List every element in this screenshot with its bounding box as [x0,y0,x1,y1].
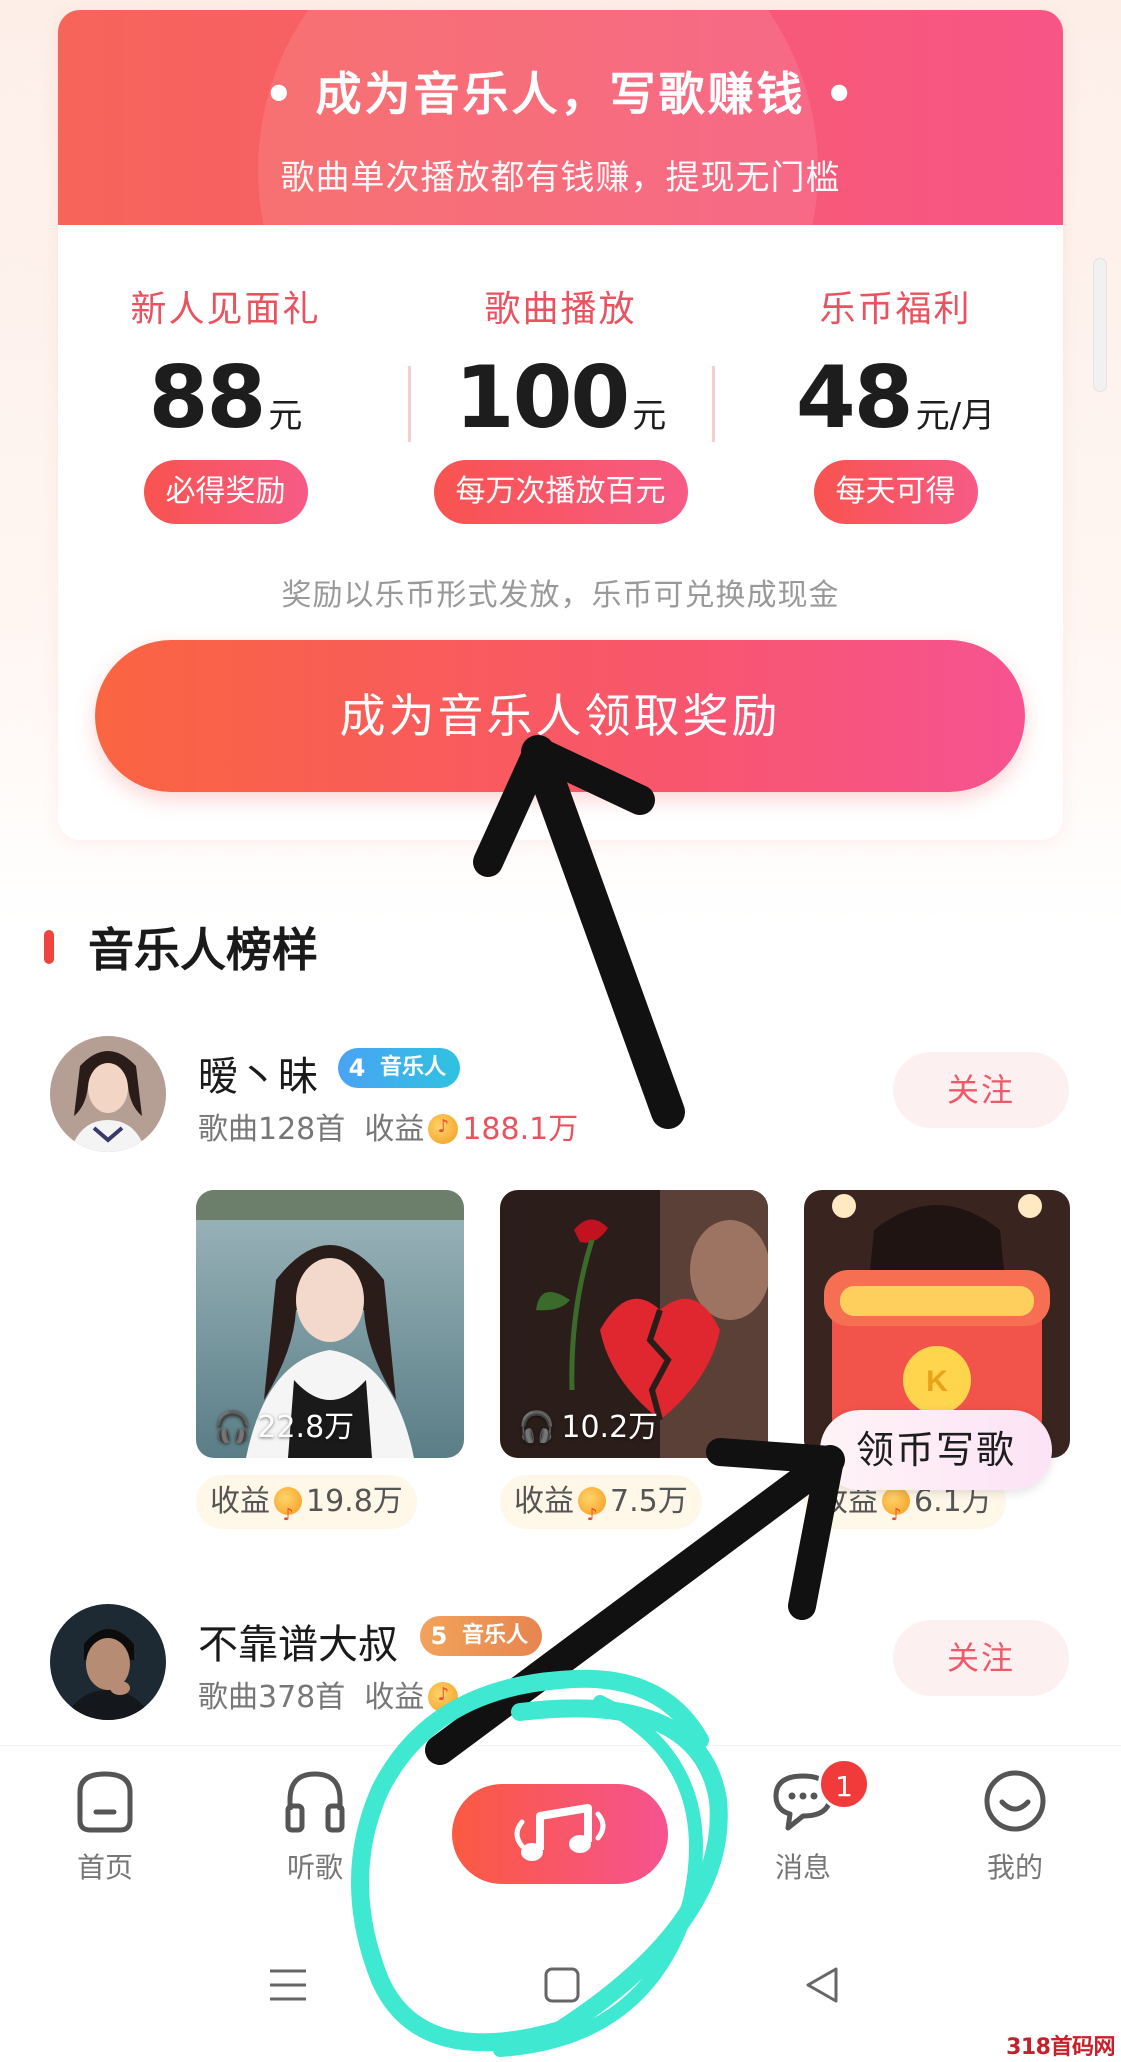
promo-subtitle: 歌曲单次播放都有钱赚，提现无门槛 [280,158,841,198]
tab-label: 消息 [774,1851,831,1884]
reward-grid: 新人见面礼 88 元 必得奖励 歌曲播放 100 元 每万次播放百元 乐币福利 48… [58,280,1063,540]
music-coin-icon [428,1682,459,1712]
musician-name[interactable]: 不靠谱大叔 [198,1612,398,1670]
reward-coin-bonus: 乐币福利 48 元/月 每天可得 [728,280,1063,524]
earn-label: 收益 [210,1484,270,1519]
reward-badge: 必得奖励 [143,460,308,524]
musician-stats: 歌曲128首 收益 188.1万 [198,1104,578,1148]
music-coin-icon [274,1487,302,1542]
avatar-portrait [50,1604,166,1720]
follow-button[interactable]: 关注 [893,1052,1069,1128]
reward-badge: 每天可得 [813,460,978,524]
home-square-icon[interactable] [540,1963,584,2007]
promo-card: • 成为音乐人，写歌赚钱 • 歌曲单次播放都有钱赚，提现无门槛 新人见面礼 88… [58,10,1063,840]
earn-label: 收益 [364,1680,425,1715]
play-count: 22.8万 [257,1410,355,1445]
svg-text:K: K [926,1365,948,1398]
tab-label: 首页 [76,1851,133,1884]
reward-amount: 48 [795,348,914,448]
avatar[interactable] [50,1036,166,1152]
reward-unit: 元 [268,396,303,436]
reward-value: 100 元 [393,348,728,448]
promo-banner: • 成为音乐人，写歌赚钱 • 歌曲单次播放都有钱赚，提现无门槛 [58,10,1063,225]
become-musician-button[interactable]: 成为音乐人领取奖励 [95,640,1025,792]
earn-value: 7.5万 [610,1484,688,1519]
unread-badge: 1 [818,1758,870,1810]
level-number: 4 [348,1054,366,1082]
song-plays: 🎧 22.8万 [214,1402,354,1446]
song-plays: 🎧 10.2万 [518,1402,658,1446]
section-accent-bar [44,930,54,964]
music-coin-icon [882,1487,910,1542]
reward-unit: 元 [632,396,667,436]
song-count: 歌曲128首 [198,1112,346,1147]
home-face-icon [70,1766,140,1836]
bottom-tab-bar: 首页 听歌 消息 1 我的 [0,1745,1121,1925]
avatar-portrait [50,1036,166,1152]
level-number: 5 [430,1622,448,1650]
reward-unit: 元/月 [915,396,996,436]
tab-listen[interactable]: 听歌 [240,1766,390,1886]
create-music-button[interactable] [452,1784,668,1884]
reward-badge: 每万次播放百元 [433,460,688,524]
level-label: 音乐人 [462,1623,529,1648]
tab-mine[interactable]: 我的 [940,1766,1090,1886]
section-title: 音乐人榜样 [88,923,318,977]
reward-song-play: 歌曲播放 100 元 每万次播放百元 [393,280,728,524]
claim-coin-write-song-button[interactable]: 领币写歌 [820,1410,1052,1490]
earn-value: 188.1万 [462,1112,579,1147]
reward-new-user: 新人见面礼 88 元 必得奖励 [58,280,393,524]
musician-name[interactable]: 暧丶昧 [198,1044,318,1102]
earn-label: 收益 [514,1484,574,1519]
song-earn: 收益 19.8万 [196,1475,417,1542]
music-coin-icon [428,1114,459,1144]
tab-label: 我的 [986,1851,1043,1884]
song-earn: 收益 7.5万 [500,1475,702,1542]
earn-label: 收益 [364,1112,425,1147]
reward-label: 乐币福利 [819,289,972,330]
menu-icon[interactable] [266,1963,310,2007]
headphones-icon [280,1766,350,1836]
reward-note: 奖励以乐币形式发放，乐币可兑换成现金 [281,578,840,613]
musician-level-badge: 4 音乐人 [338,1048,461,1088]
musician-level-badge: 5 音乐人 [420,1616,543,1656]
tab-home[interactable]: 首页 [30,1766,180,1886]
musician-stats: 歌曲378首 收益 [198,1672,462,1716]
music-note-icon [514,1804,606,1861]
scrollbar[interactable] [1093,258,1107,392]
headphones-icon: 🎧 [518,1410,556,1445]
play-count: 10.2万 [561,1410,659,1445]
song-count: 歌曲378首 [198,1680,346,1715]
annotation-arrowhead-right [706,1438,844,1620]
reward-label: 新人见面礼 [130,289,321,330]
avatar[interactable] [50,1604,166,1720]
reward-amount: 100 [454,348,631,448]
follow-button[interactable]: 关注 [893,1620,1069,1696]
back-triangle-icon[interactable] [800,1963,844,2007]
promo-title: • 成为音乐人，写歌赚钱 • [264,67,857,121]
level-label: 音乐人 [380,1055,447,1080]
tab-label: 听歌 [286,1851,343,1884]
reward-value: 88 元 [58,348,393,448]
music-coin-icon [578,1487,606,1542]
divider [712,366,715,442]
watermark: 318首码网 www.e318.com [878,2034,1121,2062]
reward-amount: 88 [148,348,267,448]
reward-value: 48 元/月 [728,348,1063,448]
smile-face-icon [980,1766,1050,1836]
reward-label: 歌曲播放 [484,289,637,330]
earn-value: 19.8万 [306,1484,403,1519]
headphones-icon: 🎧 [214,1410,252,1445]
